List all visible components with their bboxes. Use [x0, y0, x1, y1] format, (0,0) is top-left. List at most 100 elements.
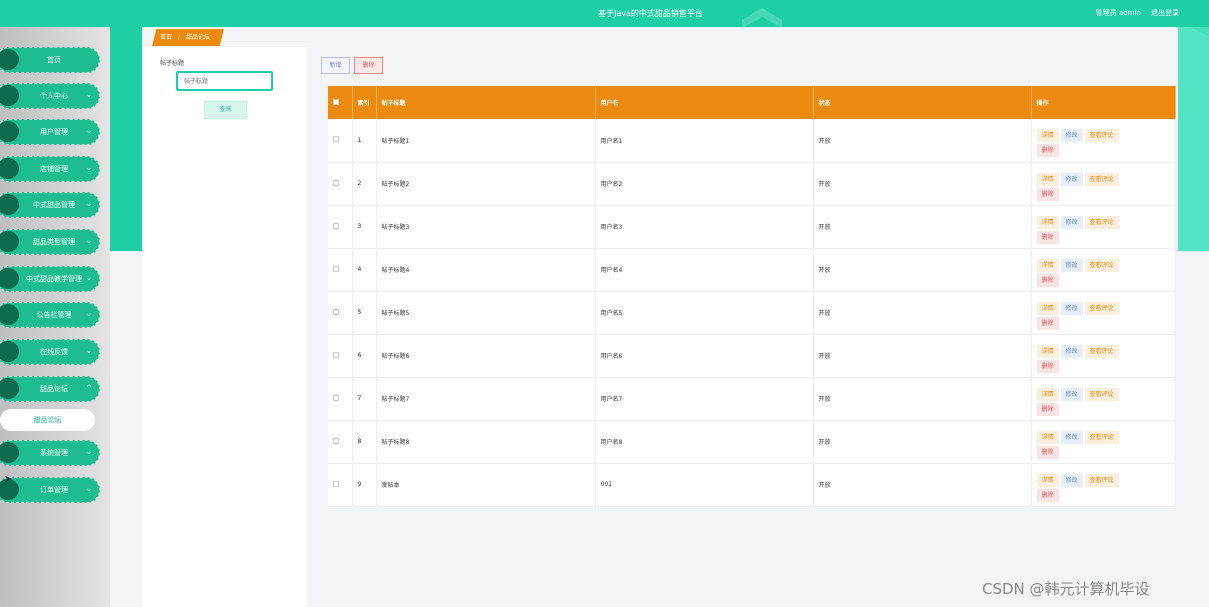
checkbox-icon[interactable]: [333, 179, 339, 186]
add-button[interactable]: 新增: [321, 57, 350, 74]
sidebar-item-forum[interactable]: 甜品论坛 ^: [0, 376, 100, 402]
edit-button[interactable]: 修改: [1060, 473, 1083, 487]
row-checkbox-cell[interactable]: [328, 377, 353, 421]
row-user: 用户名8: [595, 420, 814, 464]
row-status: 开放: [813, 248, 1032, 292]
breadcrumb-current: 甜品论坛: [185, 34, 210, 41]
watermark: CSDN @韩元计算机毕设: [982, 580, 1150, 598]
row-delete-button[interactable]: 删除: [1036, 488, 1059, 502]
view-comments-button[interactable]: 查看评论: [1084, 473, 1119, 487]
row-actions: 详情 修改 查看评论 删除: [1031, 119, 1176, 163]
checkbox-icon[interactable]: [333, 265, 339, 272]
row-delete-button[interactable]: 删除: [1036, 273, 1059, 287]
row-actions: 详情 修改 查看评论 删除: [1031, 291, 1176, 335]
checkbox-icon[interactable]: [333, 222, 339, 229]
row-actions: 详情 修改 查看评论 删除: [1031, 420, 1176, 464]
sidebar-item-feedback[interactable]: 在线反馈 ⌄: [0, 339, 100, 365]
row-user: 001: [595, 463, 814, 507]
row-checkbox-cell[interactable]: [328, 291, 353, 335]
menu-dot-icon: [0, 158, 19, 179]
sidebar-item-home[interactable]: 首页: [0, 47, 100, 73]
sidebar-item-teaching[interactable]: 中式甜品教学管理 ⌄: [0, 266, 100, 292]
edit-button[interactable]: 修改: [1060, 387, 1083, 401]
menu-dot-icon: [0, 121, 19, 142]
checkbox-icon[interactable]: [333, 437, 339, 444]
menu-dot-icon: [0, 49, 19, 70]
detail-button[interactable]: 详情: [1036, 215, 1059, 229]
detail-button[interactable]: 详情: [1036, 258, 1059, 272]
row-delete-button[interactable]: 删除: [1036, 316, 1059, 330]
sidebar-item-dessert-types[interactable]: 甜品类型管理 ⌄: [0, 229, 100, 255]
row-checkbox-cell[interactable]: [328, 119, 353, 163]
view-comments-button[interactable]: 查看评论: [1084, 215, 1119, 229]
select-all-checkbox[interactable]: [328, 86, 353, 119]
logout-link[interactable]: 退出登录: [1151, 9, 1179, 17]
row-delete-button[interactable]: 删除: [1036, 402, 1059, 416]
edit-button[interactable]: 修改: [1060, 430, 1083, 444]
row-title: 帖子标题8: [376, 420, 596, 464]
checkbox-icon[interactable]: [333, 136, 339, 143]
row-delete-button[interactable]: 删除: [1036, 187, 1059, 201]
submenu-forum[interactable]: 甜品论坛: [0, 409, 95, 431]
admin-label: 管理员 admin: [1095, 9, 1141, 17]
row-checkbox-cell[interactable]: [328, 463, 353, 507]
detail-button[interactable]: 详情: [1036, 301, 1059, 315]
detail-button[interactable]: 详情: [1036, 387, 1059, 401]
row-checkbox-cell[interactable]: [328, 248, 353, 292]
sidebar-item-profile[interactable]: 个人中心 ⌄: [0, 83, 100, 109]
col-header-title: 帖子标题: [376, 86, 596, 119]
row-checkbox-cell[interactable]: [328, 420, 353, 464]
edit-button[interactable]: 修改: [1060, 301, 1083, 315]
detail-button[interactable]: 详情: [1036, 430, 1059, 444]
checkbox-icon[interactable]: [333, 308, 339, 315]
col-header-actions: 操作: [1031, 86, 1176, 119]
row-checkbox-cell[interactable]: [328, 205, 353, 249]
sidebar-item-label: 中式甜品教学管理: [26, 275, 82, 283]
row-checkbox-cell[interactable]: [328, 334, 353, 378]
row-status: 开放: [813, 162, 1032, 206]
row-delete-button[interactable]: 删除: [1036, 230, 1059, 244]
checkbox-icon[interactable]: [333, 351, 339, 358]
sidebar-item-desserts[interactable]: 中式甜品管理 ⌄: [0, 192, 100, 218]
checkbox-icon[interactable]: [333, 480, 339, 487]
search-input[interactable]: [176, 71, 273, 91]
view-comments-button[interactable]: 查看评论: [1084, 129, 1119, 143]
detail-button[interactable]: 详情: [1036, 172, 1059, 186]
row-status: 开放: [813, 463, 1032, 507]
row-delete-button[interactable]: 删除: [1036, 144, 1059, 158]
view-comments-button[interactable]: 查看评论: [1084, 258, 1119, 272]
row-actions: 详情 修改 查看评论 删除: [1031, 162, 1176, 206]
view-comments-button[interactable]: 查看评论: [1084, 172, 1119, 186]
menu-dot-icon: [0, 304, 19, 325]
menu-dot-icon: [0, 231, 19, 252]
checkbox-icon[interactable]: [333, 98, 339, 105]
row-index: 7: [352, 377, 377, 421]
edit-button[interactable]: 修改: [1060, 172, 1083, 186]
detail-button[interactable]: 详情: [1036, 129, 1059, 143]
sidebar-item-orders[interactable]: 订单管理 ⌄: [0, 477, 100, 503]
view-comments-button[interactable]: 查看评论: [1084, 387, 1119, 401]
row-delete-button[interactable]: 删除: [1036, 359, 1059, 373]
view-comments-button[interactable]: 查看评论: [1084, 301, 1119, 315]
edit-button[interactable]: 修改: [1060, 129, 1083, 143]
edit-button[interactable]: 修改: [1060, 258, 1083, 272]
row-delete-button[interactable]: 删除: [1036, 445, 1059, 459]
breadcrumb-home[interactable]: 首页: [160, 34, 172, 41]
sidebar-item-shops[interactable]: 店铺管理 ⌄: [0, 156, 100, 182]
search-button[interactable]: 查询: [204, 101, 247, 119]
view-comments-button[interactable]: 查看评论: [1084, 430, 1119, 444]
sidebar-item-users[interactable]: 用户管理 ⌄: [0, 119, 100, 145]
delete-button[interactable]: 删除: [354, 57, 383, 74]
detail-button[interactable]: 详情: [1036, 473, 1059, 487]
table-header-row: 索引 帖子标题 用户名 状态 操作: [328, 86, 1176, 119]
edit-button[interactable]: 修改: [1060, 215, 1083, 229]
detail-button[interactable]: 详情: [1036, 344, 1059, 358]
checkbox-icon[interactable]: [333, 394, 339, 401]
view-comments-button[interactable]: 查看评论: [1084, 344, 1119, 358]
row-title: 帖子标题1: [376, 119, 596, 163]
sidebar-item-system[interactable]: 系统管理 ⌄: [0, 440, 100, 466]
row-checkbox-cell[interactable]: [328, 162, 353, 206]
col-header-index: 索引: [352, 86, 377, 119]
edit-button[interactable]: 修改: [1060, 344, 1083, 358]
sidebar-item-notices[interactable]: 公告栏管理 ⌄: [0, 302, 100, 328]
